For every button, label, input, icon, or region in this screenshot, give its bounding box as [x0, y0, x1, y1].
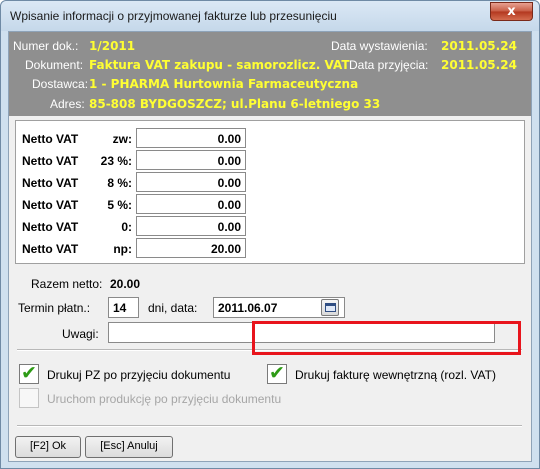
- highlight-annotation: [252, 321, 521, 355]
- vat-row: Netto VAT zw: 0.00: [16, 128, 276, 150]
- close-button[interactable]: x: [490, 2, 533, 21]
- payment-days-label: dni, data:: [148, 301, 198, 315]
- cancel-button[interactable]: [Esc] Anuluj: [85, 436, 173, 458]
- net-total-value: 20.00: [110, 277, 141, 291]
- vat-row-rate: 23 %:: [100, 154, 132, 168]
- vat-row-rate: 5 %:: [107, 198, 132, 212]
- print-pz-label: Drukuj PZ po przyjęciu dokumentu: [47, 368, 231, 382]
- doc-no-value: 1/2011: [89, 39, 136, 53]
- vat-row: Netto VAT 8 %: 0.00: [16, 172, 276, 194]
- checkbox-box[interactable]: ✔: [19, 362, 39, 384]
- vat-row-label: Netto VAT: [22, 198, 79, 212]
- receipt-date-label: Data przyjęcia:: [349, 58, 429, 72]
- vat-panel: Netto VAT zw: 0.00 Netto VAT 23 %: 0.00 …: [15, 120, 525, 264]
- title-bar[interactable]: Wpisanie informacji o przyjmowanej faktu…: [1, 1, 539, 31]
- receipt-date-value: 2011.05.24: [441, 58, 517, 72]
- vat-amount-input[interactable]: 0.00: [136, 172, 246, 192]
- vat-row-label: Netto VAT: [22, 154, 79, 168]
- print-internal-invoice-checkbox[interactable]: ✔ Drukuj fakturę wewnętrzną (rozl. VAT): [267, 362, 523, 388]
- supplier-label: Dostawca:: [32, 77, 89, 91]
- vat-row-rate: 0:: [121, 220, 132, 234]
- checkmark-icon: ✔: [269, 362, 285, 384]
- vat-amount-input[interactable]: 0.00: [136, 216, 246, 236]
- vat-amount-input[interactable]: 0.00: [136, 194, 246, 214]
- issue-date-value: 2011.05.24: [441, 39, 517, 53]
- net-total-label: Razem netto:: [31, 277, 103, 291]
- supplier-value: 1 - PHARMA Hurtownia Farmaceutyczna: [89, 77, 359, 91]
- vat-row: Netto VAT 23 %: 0.00: [16, 150, 276, 172]
- vat-amount-input[interactable]: 0.00: [136, 150, 246, 170]
- print-pz-checkbox[interactable]: ✔ Drukuj PZ po przyjęciu dokumentu: [19, 362, 259, 388]
- checkbox-box[interactable]: [19, 388, 39, 408]
- window-title: Wpisanie informacji o przyjmowanej faktu…: [10, 9, 337, 23]
- vat-amount-input[interactable]: 0.00: [136, 128, 246, 148]
- close-icon: x: [507, 4, 516, 19]
- print-internal-invoice-label: Drukuj fakturę wewnętrzną (rozl. VAT): [295, 368, 496, 382]
- issue-date-label: Data wystawienia:: [331, 39, 428, 53]
- document-value: Faktura VAT zakupu - samorozlicz. VAT: [89, 58, 350, 72]
- doc-no-label: Numer dok.:: [13, 39, 79, 53]
- vat-row-label: Netto VAT: [22, 220, 79, 234]
- address-value: 85-808 BYDGOSZCZ; ul.Planu 6-letniego 33: [89, 97, 381, 111]
- start-production-label: Uruchom produkcję po przyjęciu dokumentu: [47, 392, 282, 406]
- checkbox-box[interactable]: ✔: [267, 362, 287, 384]
- vat-row-rate: zw:: [112, 132, 132, 146]
- calendar-icon: [325, 303, 336, 312]
- vat-row-label: Netto VAT: [22, 176, 79, 190]
- payment-days-input[interactable]: 14: [108, 297, 139, 318]
- checkmark-icon: ✔: [21, 362, 37, 384]
- vat-row-label: Netto VAT: [22, 132, 79, 146]
- calendar-button[interactable]: [321, 299, 339, 316]
- dialog-window: Wpisanie informacji o przyjmowanej faktu…: [0, 0, 540, 469]
- vat-amount-input[interactable]: 20.00: [136, 238, 246, 258]
- document-header: Numer dok.: 1/2011 Data wystawienia: 201…: [9, 32, 531, 116]
- dialog-body: Numer dok.: 1/2011 Data wystawienia: 201…: [8, 31, 532, 462]
- address-label: Adres:: [50, 97, 85, 111]
- start-production-checkbox[interactable]: Uruchom produkcję po przyjęciu dokumentu: [19, 388, 309, 412]
- payment-term-label: Termin płatn.:: [18, 301, 91, 315]
- ok-button[interactable]: [F2] Ok: [15, 436, 81, 458]
- vat-row-label: Netto VAT: [22, 242, 79, 256]
- document-label: Dokument:: [25, 58, 84, 72]
- vat-row: Netto VAT 5 %: 0.00: [16, 194, 276, 216]
- vat-row: Netto VAT 0: 0.00: [16, 216, 276, 238]
- notes-label: Uwagi:: [62, 327, 99, 341]
- vat-row: Netto VAT np: 20.00: [16, 238, 276, 260]
- vat-row-rate: np:: [113, 242, 132, 256]
- vat-row-rate: 8 %:: [107, 176, 132, 190]
- divider: [17, 425, 522, 427]
